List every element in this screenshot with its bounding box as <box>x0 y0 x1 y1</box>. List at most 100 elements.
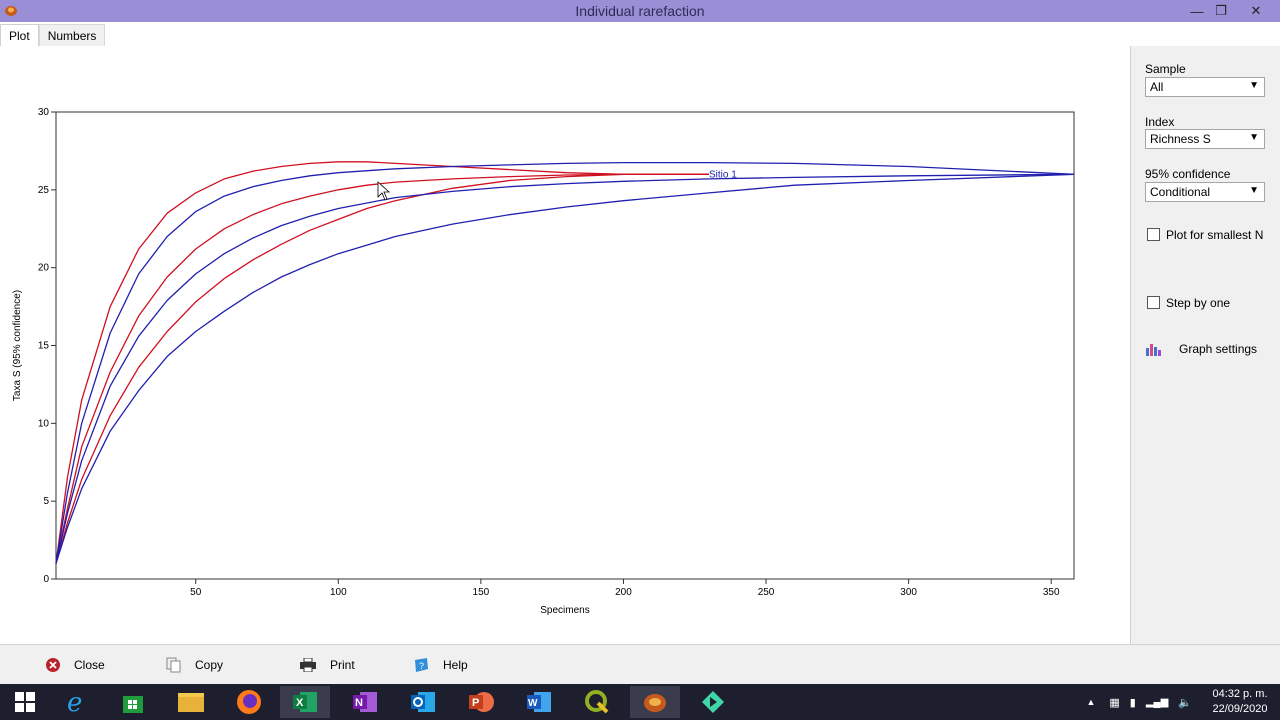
close-window-button[interactable]: ✕ <box>1241 0 1271 22</box>
onenote-icon: N <box>353 692 377 712</box>
svg-text:e: e <box>67 689 82 715</box>
series-line-1 <box>55 161 709 564</box>
series-line-3 <box>55 173 709 564</box>
sample-select[interactable]: All ▼ <box>1145 77 1265 97</box>
x-tick-label: 50 <box>190 587 202 598</box>
word-icon: W <box>527 692 551 712</box>
y-axis-label: Taxa S (95% confidence) <box>12 290 23 401</box>
plot-smallest-n-label: Plot for smallest N <box>1166 228 1264 242</box>
copy-icon <box>166 657 181 673</box>
x-tick-label: 150 <box>473 587 490 598</box>
y-tick-label: 5 <box>43 496 49 507</box>
windows-icon <box>15 692 35 712</box>
past-app-icon <box>5 6 17 16</box>
svg-text:W: W <box>528 698 538 709</box>
taskbar-internet-explorer[interactable]: e <box>52 686 102 718</box>
series-line-6 <box>55 173 1075 564</box>
series-line-4 <box>55 161 1075 564</box>
close-circle-icon <box>46 658 60 672</box>
y-tick-label: 0 <box>43 574 49 585</box>
graph-settings-button[interactable]: Graph settings <box>1145 342 1257 356</box>
help-button[interactable]: ? Help <box>413 655 468 675</box>
svg-text:P: P <box>472 697 479 709</box>
print-button[interactable]: Print <box>300 655 355 675</box>
plot-smallest-n-checkbox[interactable] <box>1147 228 1160 241</box>
options-panel: Sample All ▼ Index Richness S ▼ 95% conf… <box>1130 46 1280 644</box>
chevron-down-icon: ▼ <box>1249 80 1259 91</box>
confidence-label: 95% confidence <box>1145 167 1231 181</box>
taskbar-onenote[interactable]: N <box>340 686 390 718</box>
svg-text:N: N <box>355 697 363 709</box>
graph-settings-label: Graph settings <box>1179 342 1258 356</box>
taskbar: e X N P W ▲ ▦ ▮ ▂▄▆ 🔈 04:32 p. m. 22/09/… <box>0 684 1280 720</box>
plot-frame <box>55 111 1075 580</box>
x-tick-label: 250 <box>758 587 775 598</box>
tray-network-warning-icon[interactable]: ▦ <box>1109 696 1119 709</box>
store-icon <box>123 696 143 713</box>
chevron-down-icon: ▼ <box>1249 185 1259 196</box>
chevron-up-icon[interactable]: ▲ <box>1086 697 1095 707</box>
close-label: Close <box>74 658 105 672</box>
filmora-icon <box>702 691 724 713</box>
bar-chart-icon <box>1146 344 1161 356</box>
taskbar-filmora[interactable] <box>688 686 738 718</box>
clock[interactable]: 04:32 p. m. 22/09/2020 <box>1206 687 1274 717</box>
folder-icon <box>178 693 204 712</box>
window-title: Individual rarefaction <box>575 3 705 19</box>
mouse-cursor-icon <box>377 181 391 201</box>
bottom-button-bar: Close Copy Print ? Help <box>0 644 1280 684</box>
sample-annotation: Sitio 1 <box>709 169 737 180</box>
tab-numbers[interactable]: Numbers <box>38 24 106 46</box>
step-by-one-checkbox[interactable] <box>1147 296 1160 309</box>
sample-select-value: All <box>1150 80 1164 94</box>
confidence-select-value: Conditional <box>1150 185 1211 199</box>
taskbar-excel[interactable]: X <box>280 686 330 718</box>
x-tick-label: 350 <box>1043 587 1060 598</box>
taskbar-firefox[interactable] <box>224 686 274 718</box>
battery-icon[interactable]: ▮ <box>1130 696 1136 709</box>
y-tick-label: 30 <box>38 107 50 118</box>
y-tick-label: 25 <box>38 185 50 196</box>
internet-explorer-icon: e <box>67 689 82 715</box>
taskbar-store[interactable] <box>108 686 158 718</box>
clock-time: 04:32 p. m. <box>1212 688 1268 700</box>
x-tick-label: 100 <box>330 587 347 598</box>
taskbar-outlook[interactable] <box>398 686 448 718</box>
powerpoint-icon: P <box>469 692 494 712</box>
taskbar-past[interactable] <box>630 686 680 718</box>
past-icon <box>644 694 666 712</box>
taskbar-word[interactable]: W <box>514 686 564 718</box>
clock-date: 22/09/2020 <box>1212 703 1268 715</box>
copy-button[interactable]: Copy <box>166 655 223 675</box>
excel-icon: X <box>293 692 317 712</box>
qgis-icon <box>585 690 609 714</box>
start-button[interactable] <box>0 686 50 718</box>
volume-icon[interactable]: 🔈 <box>1178 696 1192 709</box>
step-by-one-label: Step by one <box>1166 296 1231 310</box>
close-button[interactable]: Close <box>46 655 105 675</box>
printer-icon <box>300 658 316 672</box>
taskbar-qgis[interactable] <box>572 686 622 718</box>
svg-text:?: ? <box>419 661 424 671</box>
signal-icon[interactable]: ▂▄▆ <box>1146 697 1168 708</box>
index-select[interactable]: Richness S ▼ <box>1145 129 1265 149</box>
tab-plot[interactable]: Plot <box>0 24 39 46</box>
series-line-5 <box>55 173 1075 564</box>
system-tray: ▲ ▦ ▮ ▂▄▆ 🔈 04:32 p. m. 22/09/2020 <box>1086 684 1280 720</box>
outlook-icon <box>411 692 435 712</box>
copy-label: Copy <box>195 658 224 672</box>
index-select-value: Richness S <box>1150 132 1211 146</box>
print-label: Print <box>330 658 355 672</box>
y-tick-label: 20 <box>38 263 50 274</box>
x-tick-label: 300 <box>900 587 917 598</box>
confidence-select[interactable]: Conditional ▼ <box>1145 182 1265 202</box>
taskbar-powerpoint[interactable]: P <box>456 686 506 718</box>
y-tick-label: 10 <box>38 418 50 429</box>
help-icon: ? <box>415 657 428 672</box>
taskbar-file-explorer[interactable] <box>166 686 216 718</box>
y-tick-label: 15 <box>38 341 50 352</box>
restore-button[interactable]: ❐ <box>1206 0 1236 22</box>
series-line-2 <box>55 173 709 564</box>
firefox-icon <box>237 690 261 714</box>
help-label: Help <box>443 658 468 672</box>
